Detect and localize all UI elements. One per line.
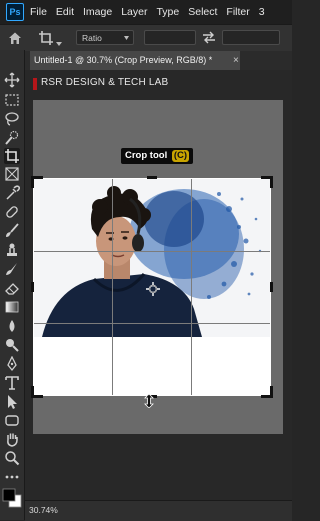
crop-grid-line [112,179,113,395]
crop-tool-tooltip: Crop tool (C) [121,148,194,164]
menu-edit[interactable]: Edit [56,6,74,18]
more-tools-icon[interactable] [4,469,20,485]
rectangle-icon[interactable] [4,412,20,428]
watermark-banner: RSR DESIGN & TECH LAB [41,77,169,88]
crop-grid-line [34,251,270,252]
portrait-photo [34,179,270,337]
swap-icon[interactable] [202,31,216,44]
crop-handle-bottom-left[interactable] [31,386,43,398]
document-tab-bar: Untitled-1 @ 30.7% (Crop Preview, RGB/8)… [24,51,292,70]
crop-center-target-icon [146,282,160,296]
lasso-icon[interactable] [4,111,20,127]
chevron-down-icon[interactable] [56,34,62,46]
crop-handle-top-left[interactable] [31,176,43,188]
menu-bar: Ps File Edit Image Layer Type Select Fil… [0,0,292,24]
eraser-icon[interactable] [4,280,20,296]
crop-handle-right[interactable] [270,282,273,292]
crop-height-input[interactable] [222,30,280,45]
crop-handle-bottom-right[interactable] [261,386,273,398]
crop-width-input[interactable] [144,30,196,45]
canvas-area: RSR DESIGN & TECH LAB Crop tool (C) [25,70,292,500]
vertical-resize-cursor-icon [144,394,154,408]
home-icon[interactable] [8,31,22,45]
menu-select[interactable]: Select [188,6,217,18]
path-selection-icon[interactable] [4,394,20,410]
crop-grid-line [34,323,270,324]
options-bar: Ratio [0,24,292,52]
crop-grid-line [191,179,192,395]
clone-stamp-icon[interactable] [4,242,20,258]
history-brush-icon[interactable] [4,261,20,277]
hand-icon[interactable] [4,431,20,447]
crop-selection[interactable] [31,176,273,398]
banner-mark-icon [33,78,37,90]
ratio-select-label: Ratio [82,33,102,43]
document-tab-title: Untitled-1 @ 30.7% (Crop Preview, RGB/8)… [34,55,213,65]
chevron-down-icon [124,36,129,40]
type-icon[interactable] [4,375,20,391]
healing-brush-icon[interactable] [4,204,20,220]
crop-tool-preset-icon[interactable] [38,30,54,46]
crop-handle-left[interactable] [31,282,34,292]
quick-selection-icon[interactable] [4,130,20,146]
zoom-level[interactable]: 30.74% [29,505,58,515]
zoom-icon[interactable] [4,450,20,466]
menu-layer[interactable]: Layer [121,6,147,18]
document-tab[interactable]: Untitled-1 @ 30.7% (Crop Preview, RGB/8)… [30,51,240,70]
menu-file[interactable]: File [30,6,47,18]
gradient-icon[interactable] [4,299,20,315]
brush-icon[interactable] [4,223,20,239]
blur-icon[interactable] [4,318,20,334]
marquee-icon[interactable] [4,92,20,108]
pen-icon[interactable] [4,356,20,372]
close-icon[interactable]: × [233,51,239,70]
move-icon[interactable] [4,72,20,88]
eyedropper-icon[interactable] [4,185,20,201]
status-bar: 30.74% [25,500,292,521]
menu-3d[interactable]: 3 [259,6,265,18]
crop-handle-top-right[interactable] [261,176,273,188]
frame-icon[interactable] [4,166,20,182]
shortcut-badge: (C) [171,150,190,162]
ratio-select[interactable]: Ratio [76,30,134,45]
photoshop-logo-icon: Ps [6,3,24,21]
menu-filter[interactable]: Filter [226,6,249,18]
tools-panel [0,50,25,520]
foreground-background-colors-icon[interactable] [2,488,22,508]
menu-image[interactable]: Image [83,6,112,18]
crop-handle-top[interactable] [147,176,157,179]
crop-icon[interactable] [4,148,20,164]
menu-type[interactable]: Type [156,6,179,18]
dodge-icon[interactable] [4,337,20,353]
tooltip-label: Crop tool [125,150,168,161]
